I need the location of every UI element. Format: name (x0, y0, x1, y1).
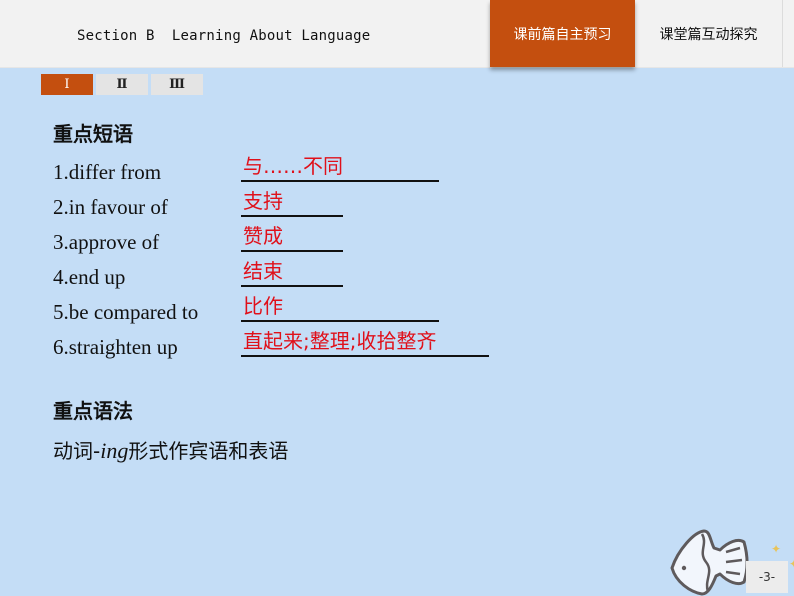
answer-blank (241, 250, 343, 252)
answer-blank (241, 180, 439, 182)
answer-text: 直起来;整理;收拾整齐 (243, 329, 437, 353)
phrase-text: 1.differ from (53, 160, 162, 184)
phrases-heading: 重点短语 (53, 122, 133, 146)
grammar-text-after: 形式作宾语和表语 (128, 439, 289, 463)
phrase-text: 2.in favour of (53, 195, 168, 219)
phrase-text: 3.approve of (53, 230, 160, 254)
tab-in-class-exploration[interactable]: 课堂篇互动探究 (635, 0, 783, 67)
answer-text: 结束 (243, 259, 283, 283)
answer-blank (241, 355, 489, 357)
answer-text: 赞成 (243, 224, 283, 248)
answer-text: 比作 (243, 294, 283, 318)
grammar-text: 动词-ing形式作宾语和表语 (53, 435, 288, 464)
answer-blank (241, 320, 439, 322)
subtab-1[interactable]: Ⅰ (41, 74, 93, 95)
answer-text: 支持 (243, 189, 283, 213)
subtab-2[interactable]: Ⅱ (96, 74, 148, 95)
section-title: Section B Learning About Language (77, 28, 371, 44)
page-number: -3- (746, 561, 788, 593)
grammar-text-italic: ing (100, 438, 129, 463)
phrase-text: 6.straighten up (53, 335, 178, 359)
subtab-bar: Ⅰ Ⅱ Ⅲ (41, 74, 203, 95)
star-decoration-icon: ✦ (789, 558, 794, 570)
phrase-text: 5.be compared to (53, 300, 199, 324)
star-decoration-icon: ✦ (771, 542, 782, 556)
grammar-heading: 重点语法 (53, 399, 133, 423)
phrase-text: 4.end up (53, 265, 126, 289)
answer-blank (241, 215, 343, 217)
header-bar: Section B Learning About Language 课前篇自主预… (0, 0, 794, 68)
answer-blank (241, 285, 343, 287)
fish-icon (670, 529, 749, 596)
answer-text: 与……不同 (243, 154, 343, 178)
tab-pre-class-preview[interactable]: 课前篇自主预习 (490, 0, 635, 67)
subtab-3[interactable]: Ⅲ (151, 74, 203, 95)
grammar-text-before: 动词- (53, 439, 101, 463)
